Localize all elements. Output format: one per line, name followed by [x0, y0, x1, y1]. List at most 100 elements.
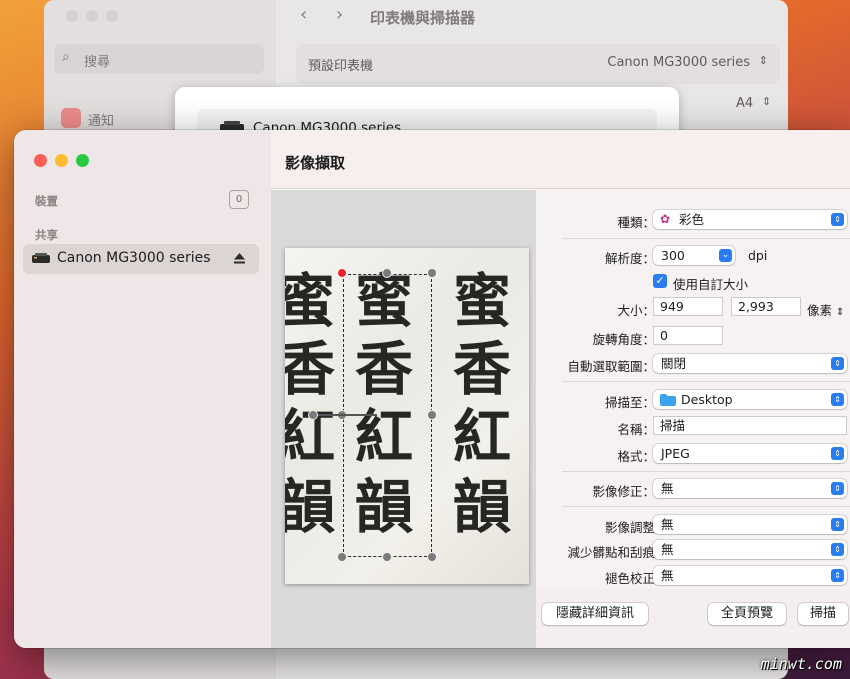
scanned-document-preview: 蜜香紅韻蜜香紅韻蜜香紅韻: [285, 248, 529, 584]
rotation-handle[interactable]: [308, 410, 318, 420]
chevron-updown-icon: ⇕: [831, 482, 844, 495]
fade-popup[interactable]: 無 ⇕: [653, 566, 847, 585]
zoom-button[interactable]: [76, 154, 89, 167]
image-capture-window: 裝置 0 共享 Canon MG3000 series 影像擷取 蜜香紅韻蜜香紅…: [14, 130, 850, 648]
dust-value: 無: [661, 542, 674, 557]
calligraphy-character: 香: [453, 335, 512, 403]
selection-handle-bottom[interactable]: [382, 552, 392, 562]
dust-label: 減少髒點和刮痕: [567, 545, 655, 560]
fade-value: 無: [661, 568, 674, 583]
calligraphy-character: 韻: [285, 473, 336, 541]
bg-sidebar-item-notifications[interactable]: 通知: [88, 110, 114, 129]
bottom-button-bar: 隱藏詳細資訊 全頁預覽 掃描: [536, 588, 850, 648]
overview-button[interactable]: 全頁預覽: [708, 603, 786, 625]
printer-icon: [32, 253, 50, 263]
color-flower-icon: ✿: [660, 212, 671, 226]
chevron-updown-icon: ⇕: [831, 543, 844, 556]
scan-button[interactable]: 掃描: [798, 603, 848, 625]
calligraphy-character: 香: [285, 335, 336, 403]
kind-value: 彩色: [679, 212, 705, 227]
bg-window-title: 印表機與掃描器: [370, 9, 476, 27]
calligraphy-character: 蜜: [453, 267, 512, 335]
chevron-down-icon: ⌄: [719, 249, 732, 262]
selection-handle-top-left[interactable]: [337, 268, 347, 278]
eject-icon[interactable]: [233, 252, 246, 265]
title-bar: 影像擷取: [271, 130, 850, 189]
scan-selection-rectangle[interactable]: [343, 274, 432, 557]
divider: [562, 381, 850, 382]
auto-select-value: 關閉: [661, 356, 687, 371]
scan-preview-pane[interactable]: 蜜香紅韻蜜香紅韻蜜香紅韻: [271, 190, 536, 648]
selection-handle-bottom-right[interactable]: [427, 552, 437, 562]
bg-zoom-dot: [106, 10, 118, 22]
scan-to-popup[interactable]: Desktop ⇕: [653, 390, 847, 409]
chevron-updown-icon: ⇕: [831, 213, 844, 226]
chevron-updown-icon: ⇕: [831, 569, 844, 582]
selection-handle-bottom-left[interactable]: [337, 552, 347, 562]
divider: [562, 238, 850, 239]
chevron-updown-icon: ⇕: [831, 357, 844, 370]
scan-to-value: Desktop: [681, 392, 733, 407]
image-correction-popup[interactable]: 無 ⇕: [653, 479, 847, 498]
back-chevron-icon[interactable]: ‹: [300, 4, 307, 25]
resolution-value: 300: [661, 248, 685, 263]
shared-section-label: 共享: [35, 228, 58, 242]
sidebar-device-name: Canon MG3000 series: [57, 250, 211, 266]
bg-search-field[interactable]: ⌕ 搜尋: [54, 44, 264, 74]
fade-label: 褪色校正: [604, 571, 655, 586]
auto-select-popup[interactable]: 關閉 ⇕: [653, 354, 847, 373]
image-correction-label: 影像修正：: [592, 484, 655, 499]
forward-chevron-icon[interactable]: ›: [336, 4, 343, 25]
watermark: minwt.com: [760, 655, 842, 673]
rotation-label: 旋轉角度：: [592, 332, 655, 347]
sidebar: 裝置 0 共享 Canon MG3000 series: [14, 130, 271, 648]
devices-count-badge: 0: [229, 190, 249, 209]
sidebar-item-canon-scanner[interactable]: Canon MG3000 series: [23, 244, 259, 274]
bg-close-dot: [66, 10, 78, 22]
bg-paper-size-value[interactable]: A4: [736, 96, 753, 111]
bg-search-placeholder: 搜尋: [84, 55, 111, 70]
calligraphy-character: 韻: [453, 473, 512, 541]
size-unit-popup[interactable]: 像素 ⇕: [807, 300, 844, 319]
calligraphy-character: 蜜: [285, 267, 336, 335]
kind-popup[interactable]: ✿ 彩色 ⇕: [653, 210, 847, 229]
updown-icon: ⇕: [836, 307, 845, 318]
hide-details-button[interactable]: 隱藏詳細資訊: [542, 603, 648, 625]
divider: [562, 506, 850, 507]
rotation-field[interactable]: 0: [653, 326, 723, 345]
bg-paper-updown-icon: ⇕: [762, 95, 772, 108]
size-height-field[interactable]: 2,993: [731, 297, 801, 316]
resolution-unit: dpi: [748, 248, 768, 263]
dust-popup[interactable]: 無 ⇕: [653, 540, 847, 559]
close-button[interactable]: [34, 154, 47, 167]
bg-updown-icon: ⇕: [758, 54, 768, 67]
format-popup[interactable]: JPEG ⇕: [653, 444, 847, 463]
format-label: 格式：: [617, 449, 655, 464]
size-label: 大小：: [617, 303, 655, 318]
bell-icon: [61, 108, 81, 128]
image-adjust-value: 無: [661, 517, 674, 532]
name-field[interactable]: 掃描: [653, 416, 847, 435]
devices-section-label: 裝置: [35, 194, 58, 208]
selection-handle-top-right[interactable]: [427, 268, 437, 278]
size-width-field[interactable]: 949: [653, 297, 723, 316]
bg-default-printer-value[interactable]: Canon MG3000 series: [607, 55, 750, 70]
custom-size-checkbox[interactable]: ✓: [653, 274, 667, 288]
selection-handle-top[interactable]: [382, 268, 392, 278]
folder-icon: [660, 394, 676, 406]
divider: [562, 471, 850, 472]
resolution-label: 解析度：: [604, 251, 655, 266]
chevron-updown-icon: ⇕: [831, 518, 844, 531]
image-adjust-label: 影像調整: [604, 520, 655, 535]
format-value: JPEG: [661, 446, 690, 461]
bg-minimize-dot: [86, 10, 98, 22]
minimize-button[interactable]: [55, 154, 68, 167]
selection-handle-right[interactable]: [427, 410, 437, 420]
resolution-combo[interactable]: 300 ⌄: [653, 246, 735, 265]
image-correction-value: 無: [661, 481, 674, 496]
search-icon: ⌕: [62, 49, 70, 65]
scan-to-label: 掃描至：: [604, 395, 655, 410]
rotation-handle-line: [313, 414, 377, 416]
auto-select-label: 自動選取範圍：: [567, 359, 655, 374]
image-adjust-popup[interactable]: 無 ⇕: [653, 515, 847, 534]
